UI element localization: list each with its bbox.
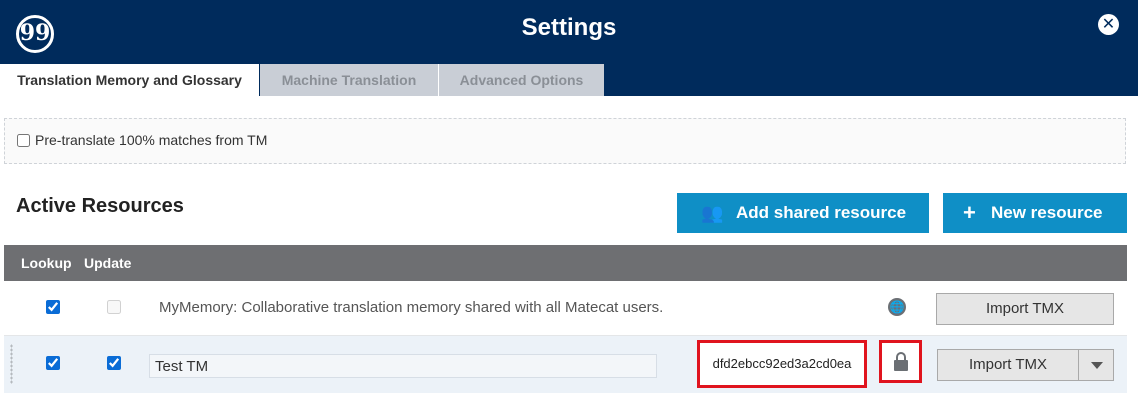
tm-key[interactable]: dfd2ebcc92ed3a2cd0ea [697, 340, 867, 388]
lookup-checkbox[interactable] [46, 300, 60, 314]
settings-header: 99 Settings ✕ Translation Memory and Glo… [0, 0, 1138, 96]
pretranslate-label: Pre-translate 100% matches from TM [35, 132, 268, 148]
pretranslate-option: Pre-translate 100% matches from TM [4, 118, 1126, 164]
update-checkbox[interactable] [107, 356, 121, 370]
column-header-update: Update [84, 255, 132, 271]
tab-machine-translation[interactable]: Machine Translation [260, 64, 438, 96]
chevron-down-icon [1091, 362, 1103, 369]
close-icon[interactable]: ✕ [1098, 14, 1119, 35]
table-row-mymemory: MyMemory: Collaborative translation memo… [4, 281, 1127, 336]
lock-icon[interactable] [879, 340, 922, 383]
plus-icon: + [963, 200, 976, 225]
update-checkbox[interactable] [107, 300, 121, 314]
lookup-checkbox[interactable] [46, 356, 60, 370]
tab-advanced-options[interactable]: Advanced Options [438, 64, 604, 96]
import-tmx-button[interactable]: Import TMX [936, 293, 1114, 325]
active-resources-heading: Active Resources [16, 195, 184, 217]
import-tmx-button[interactable]: Import TMX [937, 349, 1079, 381]
drag-handle[interactable] [10, 344, 13, 384]
tm-name-input[interactable] [149, 354, 657, 378]
users-icon: 👥 [701, 203, 724, 223]
table-row-test-tm: dfd2ebcc92ed3a2cd0ea Import TMX [4, 336, 1127, 393]
new-resource-button[interactable]: + New resource [943, 193, 1127, 233]
add-shared-resource-label: Add shared resource [736, 203, 907, 222]
add-shared-resource-button[interactable]: 👥 Add shared resource [677, 193, 929, 233]
tab-translation-memory[interactable]: Translation Memory and Glossary [0, 64, 259, 96]
new-resource-label: New resource [991, 203, 1103, 222]
pretranslate-checkbox[interactable] [17, 134, 30, 147]
globe-icon: 🌐 [888, 298, 906, 316]
resources-table-header: Lookup Update [4, 245, 1127, 281]
page-title: Settings [521, 14, 617, 41]
resource-description: MyMemory: Collaborative translation memo… [159, 299, 664, 316]
import-options-dropdown[interactable] [1078, 349, 1114, 381]
column-header-lookup: Lookup [21, 255, 72, 271]
